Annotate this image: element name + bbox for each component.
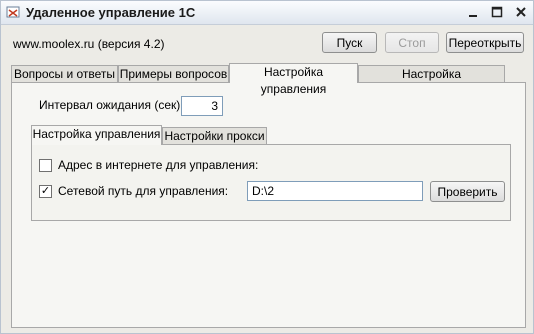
interval-label: Интервал ожидания (сек): — [39, 98, 184, 112]
network-path-label: Сетевой путь для управления: — [58, 184, 229, 198]
main-content: www.moolex.ru (версия 4.2) Пуск Стоп Пер… — [1, 25, 533, 333]
internet-address-checkbox[interactable] — [39, 159, 52, 172]
interval-input[interactable]: 3 — [181, 96, 223, 116]
subtab-proxy-settings[interactable]: Настройки прокси — [162, 127, 267, 144]
tab-management-settings[interactable]: Настройка управления — [229, 63, 358, 96]
minimize-icon[interactable] — [465, 4, 481, 20]
title-bar[interactable]: Удаленное управление 1С — [1, 1, 533, 25]
network-path-checkbox[interactable]: ✓ — [39, 185, 52, 198]
maximize-icon[interactable] — [489, 4, 505, 20]
start-button[interactable]: Пуск — [322, 32, 377, 53]
network-path-input[interactable]: D:\2 — [247, 181, 423, 201]
site-version-text: www.moolex.ru (версия 4.2) — [13, 37, 165, 51]
check-button[interactable]: Проверить — [430, 181, 505, 202]
stop-button[interactable]: Стоп — [385, 32, 439, 53]
close-icon[interactable] — [513, 4, 529, 20]
tab-questions-answers[interactable]: Вопросы и ответы — [11, 65, 118, 82]
app-icon — [6, 6, 20, 18]
window-title: Удаленное управление 1С — [26, 5, 196, 20]
internet-address-label: Адрес в интернете для управления: — [58, 158, 259, 172]
app-window: Удаленное управление 1С www.moolex.ru (в… — [0, 0, 534, 334]
tab-user-settings[interactable]: Настройка пользователей — [358, 65, 505, 98]
reopen-button[interactable]: Переоткрыть — [446, 32, 524, 53]
subtab-panel: Адрес в интернете для управления: ✓ Сете… — [31, 144, 511, 221]
subtab-management-settings[interactable]: Настройка управления — [31, 125, 162, 145]
tab-question-examples[interactable]: Примеры вопросов — [118, 65, 229, 82]
management-settings-panel: Интервал ожидания (сек): 3 Настройка упр… — [11, 82, 526, 328]
